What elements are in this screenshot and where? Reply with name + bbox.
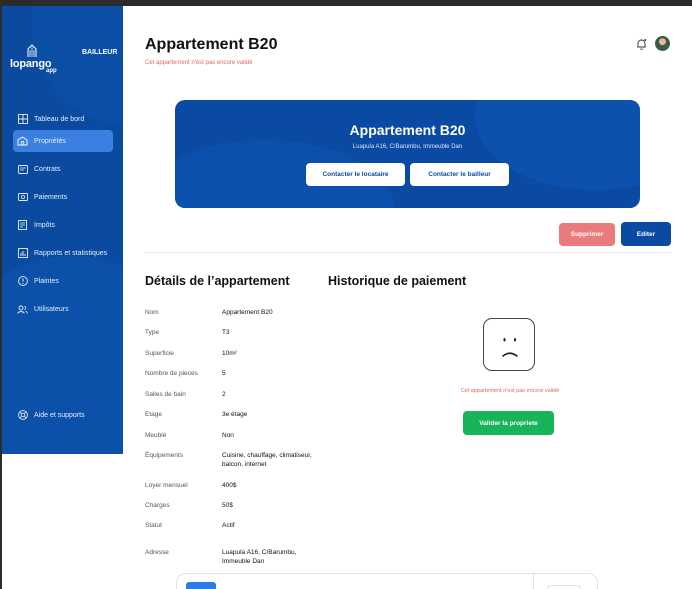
edit-button[interactable]: Editer [621,222,671,246]
bottom-card-toggle[interactable] [547,585,581,589]
sidebar-item-help[interactable]: Aide et supports [13,404,113,426]
notification-bell-icon[interactable] [636,38,647,50]
detail-value: Cuisine, chauffage, climatiseur, balcon,… [222,452,312,468]
logo-subtext: app [46,68,57,74]
payment-empty-message: Cet appartement n'est pas encore validé [460,388,560,394]
detail-label: Nombre de pieces [145,370,198,377]
sidebar-item-reports[interactable]: Rapports et statistiques [13,242,113,264]
detail-label: Loyer mensuel [145,482,188,489]
detail-label: Charges [145,502,170,509]
sidebar-item-payments[interactable]: Paiements [13,186,113,208]
delete-button[interactable]: Supprimer [559,223,615,246]
sidebar-item-taxes[interactable]: Impôts [13,214,113,236]
complaint-icon [17,276,28,287]
validate-property-button[interactable]: Valider la propriete [463,411,554,435]
detail-value: Actif [222,522,235,529]
detail-value: 5 [222,370,226,377]
property-icon [17,136,28,147]
payment-icon [17,192,28,203]
detail-label: Équipements [145,452,183,459]
detail-value: T3 [222,329,230,336]
sidebar-item-label: Aide et supports [34,411,85,419]
help-icon [17,410,28,421]
detail-value: Non [222,432,234,439]
banner-title: Appartement B20 [349,122,466,138]
detail-label: Meublé [145,432,167,439]
detail-label: Salles de bain [145,391,186,398]
contract-icon [17,164,28,175]
detail-label: Adresse [145,549,169,556]
sidebar-item-label: Propriétés [34,137,66,145]
detail-label: Nom [145,309,159,316]
sidebar-item-label: Utilisateurs [34,305,69,313]
sidebar-item-contracts[interactable]: Contrats [13,158,113,180]
user-avatar[interactable] [655,36,670,51]
dashboard-icon [17,114,28,125]
sidebar-item-label: Plaintes [34,277,59,285]
chart-icon [17,248,28,259]
detail-label: Type [145,329,160,336]
banner-address: Luapula A16, C/Barumbu, Immeuble Dan [352,144,463,150]
detail-value: 50$ [222,502,233,509]
bottom-card-divider [533,574,534,589]
detail-value: 400$ [222,482,237,489]
detail-label: Etage [145,411,162,418]
detail-label: Statut [145,522,162,529]
validation-warning: Cet appartement n'est pas encore validé [145,60,253,66]
tax-icon [17,220,28,231]
sidebar-item-label: Impôts [34,221,56,229]
detail-value: 3e étage [222,411,248,418]
sidebar-item-users[interactable]: Utilisateurs [13,298,113,320]
bottom-card [176,573,598,589]
sidebar-item-label: Contrats [34,165,61,173]
detail-label: Superficie [145,350,174,357]
sidebar-item-label: Tableau de bord [34,115,85,123]
detail-value: 2 [222,391,226,398]
sidebar-item-properties[interactable]: Propriétés [13,130,113,152]
detail-value: Luapula A16, C/Barumbu, Immeuble Dan [222,549,297,565]
sidebar-item-label: Rapports et statistiques [34,249,108,257]
user-role-label: BAILLEUR [82,49,118,56]
users-icon [17,304,28,315]
section-divider [145,252,671,253]
sad-face-icon [483,318,535,371]
property-banner: Appartement B20 Luapula A16, C/Barumbu, … [175,100,640,208]
contact-owner-button[interactable]: Contacter le bailleur [410,163,509,186]
sidebar-item-dashboard[interactable]: Tableau de bord [13,108,113,130]
sidebar-item-label: Paiements [34,193,68,201]
details-section-title: Détails de l’appartement [145,274,290,288]
page-title: Appartement B20 [145,36,278,53]
bottom-card-button[interactable] [186,582,216,589]
detail-value: Appartement B20 [222,309,273,316]
sidebar: lopango app BAILLEUR Tableau de bord Pro… [2,6,123,454]
detail-value: 10m² [222,350,237,357]
sidebar-item-complaints[interactable]: Plaintes [13,270,113,292]
contact-tenant-button[interactable]: Contacter le locataire [306,163,405,186]
payment-history-title: Historique de paiement [328,274,467,288]
logo-building-icon [27,44,37,57]
